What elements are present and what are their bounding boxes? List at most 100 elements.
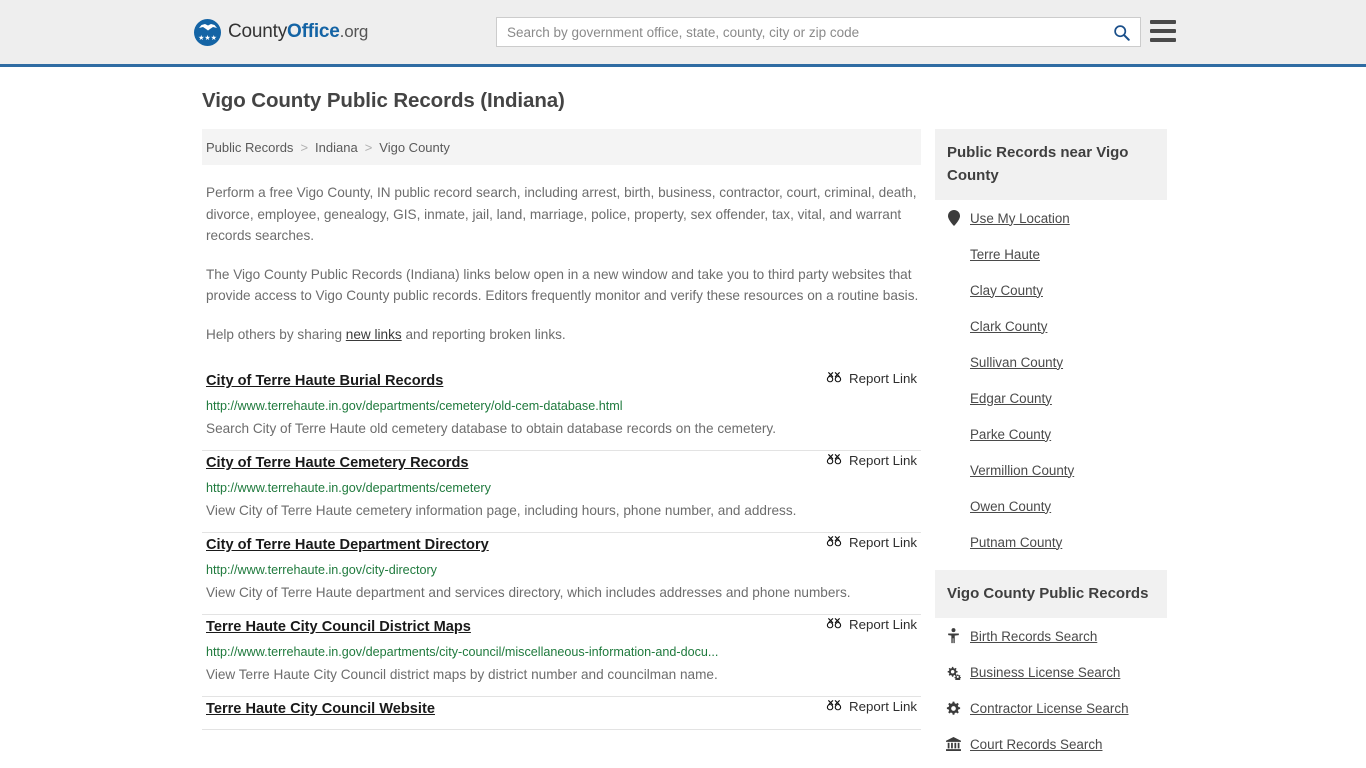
sidebar-records-link[interactable]: Business License Search — [970, 665, 1120, 680]
search-input[interactable] — [497, 18, 1102, 46]
report-link-label: Report Link — [849, 370, 917, 386]
report-link-label: Report Link — [849, 698, 917, 714]
hamburger-bar-1 — [1150, 20, 1176, 24]
sidebar-records-heading: Vigo County Public Records — [935, 570, 1167, 618]
result-title-link[interactable]: City of Terre Haute Department Directory — [206, 533, 489, 555]
sidebar-nearby-item[interactable]: Clay County — [935, 272, 1167, 308]
sidebar-nearby-list: Use My Location Terre Haute Clay County Cla… — [935, 200, 1167, 560]
result-header: City of Terre Haute Department Directory… — [206, 533, 921, 555]
result-title-link[interactable]: Terre Haute City Council Website — [206, 697, 435, 719]
report-link-button[interactable]: Report Link — [826, 451, 917, 468]
result-url: http://www.terrehaute.in.gov/departments… — [206, 399, 623, 413]
sidebar-nearby-link[interactable]: Parke County — [970, 427, 1051, 442]
sidebar-panel-nearby: Public Records near Vigo County Use My L… — [935, 129, 1167, 560]
search-bar[interactable] — [496, 17, 1141, 47]
result-header: City of Terre Haute Cemetery Records Repo… — [206, 451, 921, 473]
sidebar-records-link[interactable]: Court Records Search — [970, 737, 1102, 752]
result-description: View City of Terre Haute cemetery inform… — [206, 503, 797, 518]
brand-wordmark: CountyOffice.org — [228, 21, 368, 43]
cog-icon — [946, 701, 961, 715]
sidebar-nearby-item[interactable]: Owen County — [935, 488, 1167, 524]
report-link-button[interactable]: Report Link — [826, 615, 917, 632]
result-url: http://www.terrehaute.in.gov/departments… — [206, 481, 491, 495]
result-description: Search City of Terre Haute old cemetery … — [206, 421, 776, 436]
result-title-link[interactable]: City of Terre Haute Cemetery Records — [206, 451, 469, 473]
sidebar: Public Records near Vigo County Use My L… — [935, 129, 1167, 768]
breadcrumb-item-2[interactable]: Vigo County — [379, 140, 450, 155]
sidebar-records-item[interactable]: Contractor License Search — [935, 690, 1167, 726]
sidebar-records-link[interactable]: Birth Records Search — [970, 629, 1097, 644]
sidebar-nearby-item[interactable]: Vermillion County — [935, 452, 1167, 488]
report-link-label: Report Link — [849, 534, 917, 550]
results-list: City of Terre Haute Burial Records Report… — [202, 367, 921, 730]
sidebar-nearby-link[interactable]: Sullivan County — [970, 355, 1063, 370]
hamburger-menu-icon[interactable] — [1150, 20, 1176, 42]
breadcrumb-separator: > — [364, 139, 373, 155]
result-title-link[interactable]: Terre Haute City Council District Maps — [206, 615, 471, 637]
sidebar-nearby-heading: Public Records near Vigo County — [935, 129, 1167, 200]
sidebar-nearby-link[interactable]: Vermillion County — [970, 463, 1074, 478]
search-button[interactable] — [1102, 18, 1140, 46]
sidebar-nearby-item[interactable]: Parke County — [935, 416, 1167, 452]
brand-part-county: County — [228, 21, 288, 42]
breadcrumb: Public Records > Indiana > Vigo County — [202, 129, 921, 165]
cogs-icon — [946, 665, 961, 680]
intro-paragraph-1: Perform a free Vigo County, IN public re… — [206, 185, 917, 243]
broken-chain-icon — [826, 454, 842, 465]
sidebar-nearby-item[interactable]: Terre Haute — [935, 236, 1167, 272]
hamburger-bar-2 — [1150, 29, 1176, 33]
report-link-button[interactable]: Report Link — [826, 533, 917, 550]
sidebar-nearby-item[interactable]: Putnam County — [935, 524, 1167, 560]
sidebar-nearby-item[interactable]: Use My Location — [935, 200, 1167, 236]
brand-part-org: .org — [339, 22, 369, 41]
intro-text-after: and reporting broken links. — [401, 326, 566, 342]
page-body: Vigo County Public Records (Indiana) Pub… — [0, 89, 1366, 768]
report-link-button[interactable]: Report Link — [826, 369, 917, 386]
content-columns: Public Records > Indiana > Vigo County P… — [0, 129, 1366, 768]
result-title-link[interactable]: City of Terre Haute Burial Records — [206, 369, 443, 391]
result-item: Terre Haute City Council District Maps Re… — [202, 615, 921, 697]
breadcrumb-item-1[interactable]: Indiana — [315, 140, 358, 155]
report-link-button[interactable]: Report Link — [826, 697, 917, 714]
breadcrumb-item-0[interactable]: Public Records — [206, 140, 293, 155]
report-link-label: Report Link — [849, 452, 917, 468]
map-pin-icon — [947, 210, 960, 226]
sidebar-nearby-link[interactable]: Clay County — [970, 283, 1043, 298]
site-logo-link[interactable]: ★★★ CountyOffice.org — [194, 18, 368, 46]
sidebar-nearby-link[interactable]: Putnam County — [970, 535, 1062, 550]
sidebar-records-item[interactable]: Birth Records Search — [935, 618, 1167, 654]
sidebar-records-link[interactable]: Contractor License Search — [970, 701, 1129, 716]
breadcrumb-separator: > — [300, 139, 309, 155]
result-header: Terre Haute City Council District Maps Re… — [206, 615, 921, 637]
result-header: Terre Haute City Council Website Report L… — [206, 697, 921, 719]
result-item: Terre Haute City Council Website Report L… — [202, 697, 921, 730]
countyoffice-logo-icon: ★★★ — [194, 18, 221, 46]
sidebar-records-item[interactable]: Court Records Search — [935, 726, 1167, 762]
intro-paragraph-3: Help others by sharing new links and rep… — [206, 324, 919, 346]
sidebar-records-item[interactable]: Business License Search — [935, 654, 1167, 690]
result-item: City of Terre Haute Department Directory… — [202, 533, 921, 615]
sidebar-panel-records: Vigo County Public Records Birth Records… — [935, 570, 1167, 762]
broken-chain-icon — [826, 700, 842, 711]
result-description: View Terre Haute City Council district m… — [206, 667, 718, 682]
sidebar-nearby-item[interactable]: Sullivan County — [935, 344, 1167, 380]
new-links-link[interactable]: new links — [346, 327, 402, 342]
sidebar-nearby-item[interactable]: Clark County — [935, 308, 1167, 344]
sidebar-nearby-link[interactable]: Owen County — [970, 499, 1051, 514]
site-header: ★★★ CountyOffice.org — [0, 0, 1366, 67]
cog-icon — [946, 701, 961, 716]
result-url: http://www.terrehaute.in.gov/departments… — [206, 645, 719, 659]
sidebar-records-list: Birth Records Search Business License Sea… — [935, 618, 1167, 762]
sidebar-nearby-link[interactable]: Terre Haute — [970, 247, 1040, 262]
broken-chain-icon — [826, 618, 842, 629]
intro-text-before: Help others by sharing — [206, 326, 346, 342]
courthouse-icon — [946, 737, 961, 751]
result-url: http://www.terrehaute.in.gov/city-direct… — [206, 563, 437, 577]
sidebar-nearby-link[interactable]: Clark County — [970, 319, 1047, 334]
sidebar-nearby-item[interactable]: Edgar County — [935, 380, 1167, 416]
sidebar-nearby-link[interactable]: Edgar County — [970, 391, 1052, 406]
courthouse-icon — [946, 737, 961, 751]
brand-part-office: Office — [287, 21, 340, 42]
sidebar-nearby-link[interactable]: Use My Location — [970, 211, 1070, 226]
baby-icon — [948, 628, 959, 644]
